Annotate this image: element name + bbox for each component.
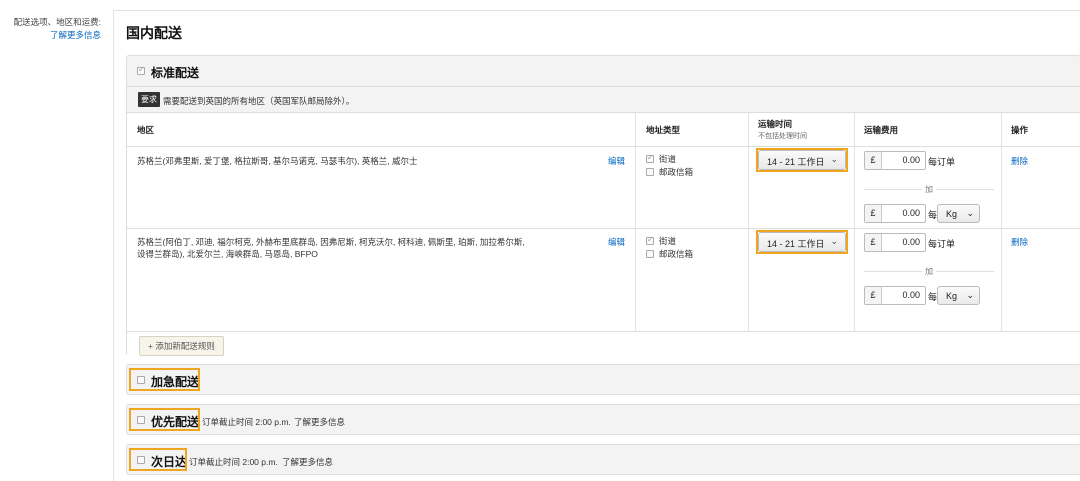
unit-select[interactable]: Kg ⌄ [937, 204, 980, 223]
highlight-box [129, 448, 187, 471]
edit-link[interactable]: 编辑 [608, 236, 625, 248]
priority-shipping-panel: 优先配送 订单截止时间 2:00 p.m. 了解更多信息 [126, 404, 1080, 435]
requirement-row: 要求 需要配送到英国的所有地区（英国军队邮局除外）。 [127, 87, 1080, 113]
next-day-shipping-panel: 次日达 订单截止时间 2:00 p.m. 了解更多信息 [126, 444, 1080, 475]
street-label: 街道 [659, 154, 677, 164]
region-text: 苏格兰(邓弗里斯, 爱丁堡, 格拉斯哥, 基尔马诺克, 马瑟韦尔), 英格兰, … [137, 156, 418, 166]
highlight-box [756, 148, 848, 172]
unit-value: Kg [946, 291, 958, 301]
highlight-box [129, 408, 200, 431]
standard-shipping-body: 要求 需要配送到英国的所有地区（英国军队邮局除外）。 地区 地址类型 运输时间 … [127, 86, 1080, 356]
standard-shipping-header: 标准配送 [127, 56, 1080, 86]
street-checkbox[interactable] [646, 235, 654, 245]
per-unit-fee-value: 0.00 [902, 290, 920, 300]
requirement-badge: 要求 [138, 92, 160, 107]
per-order-fee-input[interactable]: £ 0.00 [864, 151, 926, 170]
requirement-text: 需要配送到英国的所有地区（英国军队邮局除外）。 [163, 96, 355, 106]
standard-shipping-checkbox[interactable] [137, 65, 145, 75]
standard-shipping-panel: 标准配送 要求 需要配送到英国的所有地区（英国军队邮局除外）。 地区 地址类型 … [126, 55, 1080, 356]
left-nav-label: 配送选项、地区和运费: [13, 17, 101, 27]
currency-label: £ [865, 234, 882, 251]
delete-link[interactable]: 删除 [1011, 236, 1028, 248]
per-order-fee-input[interactable]: £ 0.00 [864, 233, 926, 252]
per-order-fee-value: 0.00 [902, 237, 920, 247]
pobox-checkbox[interactable] [646, 250, 654, 258]
header-region: 地区 [137, 125, 155, 135]
per-order-fee-value: 0.00 [902, 155, 920, 165]
currency-label: £ [865, 205, 882, 222]
next-day-cutoff-text: 订单截止时间 2:00 p.m. [189, 457, 278, 467]
plus-label: 加 [922, 266, 936, 277]
per-order-label: 每订单 [928, 157, 956, 167]
main-content: 国内配送 标准配送 要求 需要配送到英国的所有地区（英国军队邮局除外）。 地区 … [113, 10, 1080, 481]
per-unit-fee-input[interactable]: £ 0.00 [864, 286, 926, 305]
left-nav: 配送选项、地区和运费: 了解更多信息 [0, 16, 101, 42]
per-label: 每 [928, 210, 938, 220]
unit-select[interactable]: Kg ⌄ [937, 286, 980, 305]
priority-learn-more-link[interactable]: 了解更多信息 [294, 416, 345, 428]
learn-more-link[interactable]: 了解更多信息 [50, 30, 101, 40]
table-row: 苏格兰(邓弗里斯, 爱丁堡, 格拉斯哥, 基尔马诺克, 马瑟韦尔), 英格兰, … [127, 147, 1080, 229]
street-checkbox[interactable] [646, 153, 654, 163]
header-address-type: 地址类型 [646, 125, 681, 135]
delete-link[interactable]: 删除 [1011, 155, 1028, 167]
next-day-learn-more-link[interactable]: 了解更多信息 [282, 456, 333, 468]
per-unit-fee-value: 0.00 [902, 208, 920, 218]
header-transit: 运输时间 [758, 119, 793, 129]
edit-link[interactable]: 编辑 [608, 155, 625, 167]
priority-cutoff-text: 订单截止时间 2:00 p.m. [202, 417, 291, 427]
per-unit-fee-input[interactable]: £ 0.00 [864, 204, 926, 223]
pobox-label: 邮政信箱 [659, 249, 694, 259]
header-transit-sub: 不包括处理时间 [758, 133, 807, 140]
unit-value: Kg [946, 209, 958, 219]
currency-label: £ [865, 152, 882, 169]
pobox-checkbox[interactable] [646, 168, 654, 176]
table-row: 苏格兰(阿伯丁, 邓迪, 福尔柯克, 外赫布里底群岛, 因弗尼斯, 柯克沃尔, … [127, 229, 1080, 332]
plus-label: 加 [922, 184, 936, 195]
highlight-box [756, 230, 848, 254]
per-label: 每 [928, 292, 938, 302]
table-header: 地区 地址类型 运输时间 不包括处理时间 运输费用 操作 [127, 113, 1080, 147]
standard-shipping-title: 标准配送 [151, 66, 200, 80]
add-shipping-rule-button[interactable]: + 添加新配送规则 [139, 336, 224, 356]
currency-label: £ [865, 287, 882, 304]
street-label: 街道 [659, 236, 677, 246]
per-order-label: 每订单 [928, 239, 956, 249]
region-text: 苏格兰(阿伯丁, 邓迪, 福尔柯克, 外赫布里底群岛, 因弗尼斯, 柯克沃尔, … [137, 237, 525, 259]
pobox-label: 邮政信箱 [659, 167, 694, 177]
chevron-down-icon: ⌄ [966, 290, 974, 300]
chevron-down-icon: ⌄ [966, 208, 974, 218]
page-title: 国内配送 [126, 25, 182, 41]
expedited-shipping-panel: 加急配送 [126, 364, 1080, 395]
header-action: 操作 [1011, 125, 1029, 135]
header-fee: 运输费用 [864, 125, 899, 135]
highlight-box [129, 368, 200, 391]
